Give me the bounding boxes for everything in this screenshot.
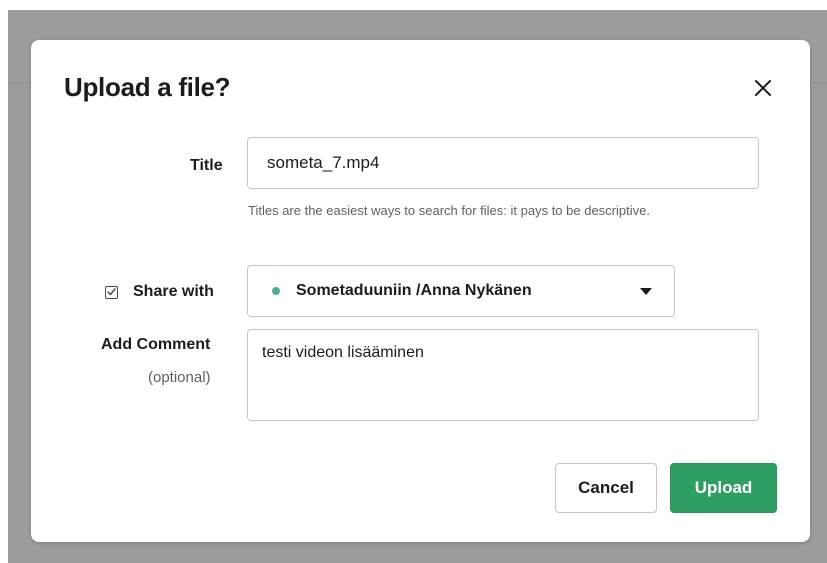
checkmark-icon bbox=[107, 288, 116, 296]
online-status-icon bbox=[272, 287, 280, 295]
dialog-title: Upload a file? bbox=[64, 72, 231, 102]
close-button[interactable] bbox=[749, 74, 777, 102]
title-label: Title bbox=[190, 157, 223, 174]
share-channel-select[interactable]: Sometaduuniin /Anna Nykänen bbox=[247, 265, 675, 317]
title-hint: Titles are the easiest ways to search fo… bbox=[248, 203, 650, 218]
caret-down-icon bbox=[640, 288, 652, 295]
upload-file-dialog: Upload a file? Title Titles are the easi… bbox=[31, 40, 810, 542]
upload-button[interactable]: Upload bbox=[670, 463, 777, 513]
close-icon bbox=[755, 80, 771, 96]
optional-label: (optional) bbox=[148, 369, 211, 386]
share-with-toggle[interactable]: Share with bbox=[105, 283, 214, 301]
title-input[interactable] bbox=[247, 137, 759, 189]
comment-input[interactable]: testi videon lisääminen bbox=[247, 329, 759, 421]
cancel-button[interactable]: Cancel bbox=[555, 463, 657, 513]
share-with-label: Share with bbox=[133, 283, 214, 300]
add-comment-label: Add Comment bbox=[101, 336, 211, 353]
selected-channel: Sometaduuniin /Anna Nykänen bbox=[296, 282, 532, 299]
share-checkbox[interactable] bbox=[105, 285, 118, 299]
